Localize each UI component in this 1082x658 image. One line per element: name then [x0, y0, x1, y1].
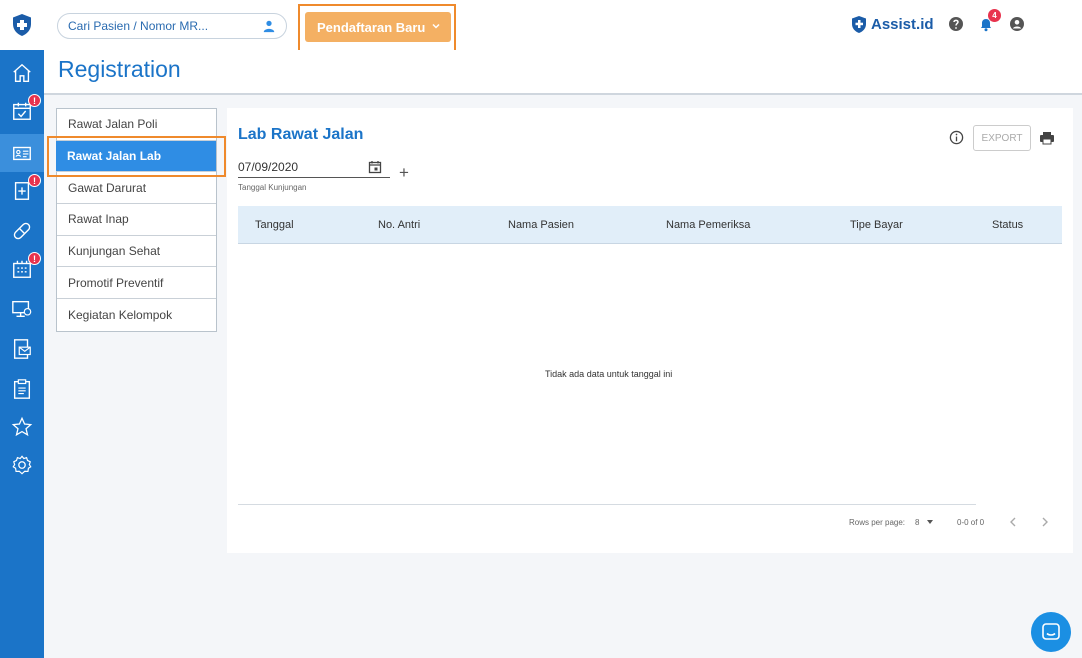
- page-title: Registration: [58, 56, 181, 82]
- new-registration-button[interactable]: Pendaftaran Baru: [305, 12, 451, 42]
- registration-card-icon: [13, 146, 31, 161]
- previous-page-icon[interactable]: [1008, 516, 1018, 528]
- sidebar-item-home[interactable]: [0, 54, 44, 92]
- sidebar-item-letters[interactable]: [0, 330, 44, 368]
- chevron-down-icon: [432, 23, 440, 29]
- print-icon[interactable]: [1039, 130, 1055, 146]
- subnav-highlight: [47, 136, 226, 177]
- info-icon[interactable]: [949, 130, 964, 145]
- star-icon: [11, 416, 33, 437]
- search-placeholder: Cari Pasien / Nomor MR...: [68, 19, 209, 33]
- lab-registration-card: Lab Rawat Jalan EXPORT 07/09/2020 Tangga…: [227, 108, 1073, 553]
- mail-document-icon: [13, 339, 31, 359]
- sidebar-item-inventory[interactable]: !: [0, 250, 44, 288]
- new-registration-label: Pendaftaran Baru: [317, 19, 426, 35]
- computer-icon: [12, 300, 32, 318]
- subnav-item-promotif-preventif[interactable]: Promotif Preventif: [57, 267, 216, 300]
- table-footer-divider: [238, 504, 976, 505]
- table-header: Tanggal No. Antri Nama Pasien Nama Pemer…: [238, 206, 1062, 244]
- chat-support-button[interactable]: [1031, 612, 1071, 652]
- export-button[interactable]: EXPORT: [973, 125, 1031, 151]
- column-header[interactable]: Tipe Bayar: [850, 219, 903, 231]
- top-bar: Cari Pasien / Nomor MR... Pendaftaran Ba…: [44, 0, 1082, 53]
- column-header[interactable]: Nama Pemeriksa: [666, 219, 750, 231]
- card-title: Lab Rawat Jalan: [238, 126, 364, 143]
- pill-icon: [13, 222, 31, 240]
- subnav-item-rawat-inap[interactable]: Rawat Inap: [57, 204, 216, 236]
- calendar-icon[interactable]: [368, 160, 382, 174]
- next-page-icon[interactable]: [1040, 516, 1050, 528]
- shield-logo-icon: [13, 14, 31, 36]
- notification-badge: 4: [988, 9, 1001, 22]
- sidebar-item-settings[interactable]: [0, 446, 44, 484]
- alert-badge: !: [28, 252, 41, 265]
- help-icon[interactable]: [948, 16, 964, 32]
- sidebar-item-schedule[interactable]: !: [0, 92, 44, 130]
- shield-logo-icon: [852, 15, 866, 33]
- visit-date-value: 07/09/2020: [238, 160, 299, 174]
- column-header[interactable]: Tanggal: [255, 219, 294, 231]
- clipboard-icon: [13, 379, 31, 399]
- register-highlight: Pendaftaran Baru: [298, 4, 456, 53]
- sidebar-item-registration[interactable]: [0, 134, 44, 172]
- brand-logo[interactable]: Assist.id: [851, 12, 934, 36]
- person-icon: [263, 20, 275, 33]
- alert-badge: !: [28, 174, 41, 187]
- visit-date-input[interactable]: 07/09/2020: [238, 160, 390, 178]
- sidebar-item-telemedicine[interactable]: [0, 290, 44, 328]
- dropdown-arrow-icon: [926, 520, 933, 524]
- sidebar-item-reports[interactable]: [0, 370, 44, 408]
- patient-search-input[interactable]: Cari Pasien / Nomor MR...: [57, 13, 287, 39]
- rows-per-page-label: Rows per page:: [849, 518, 906, 527]
- app-logo[interactable]: [0, 0, 44, 50]
- brand-name: Assist.id: [871, 15, 934, 33]
- column-header[interactable]: Status: [992, 219, 1023, 231]
- sidebar-item-pharmacy[interactable]: [0, 212, 44, 250]
- alert-badge: !: [28, 94, 41, 107]
- subnav-item-kunjungan-sehat[interactable]: Kunjungan Sehat: [57, 236, 216, 268]
- subnav-item-kegiatan-kelompok[interactable]: Kegiatan Kelompok: [57, 299, 216, 331]
- account-icon[interactable]: [1009, 16, 1025, 32]
- rows-per-page-select[interactable]: 8: [915, 518, 934, 527]
- visit-date-label: Tanggal Kunjungan: [238, 183, 307, 192]
- subnav-item-gawat-darurat[interactable]: Gawat Darurat: [57, 172, 216, 205]
- sidebar-item-medical-record[interactable]: !: [0, 172, 44, 210]
- add-button[interactable]: +: [399, 164, 409, 181]
- pagination-range: 0-0 of 0: [957, 518, 985, 527]
- chat-icon: [1042, 623, 1060, 640]
- column-header[interactable]: Nama Pasien: [508, 219, 574, 231]
- home-icon: [13, 63, 31, 82]
- rows-per-page-value: 8: [915, 518, 920, 527]
- sidebar-item-favorites[interactable]: [0, 408, 44, 446]
- empty-table-message: Tidak ada data untuk tanggal ini: [545, 369, 673, 379]
- column-header[interactable]: No. Antri: [378, 219, 420, 231]
- sidebar: ! ! !: [0, 0, 44, 658]
- settings-icon: [12, 455, 32, 475]
- title-band: Registration: [44, 50, 1082, 95]
